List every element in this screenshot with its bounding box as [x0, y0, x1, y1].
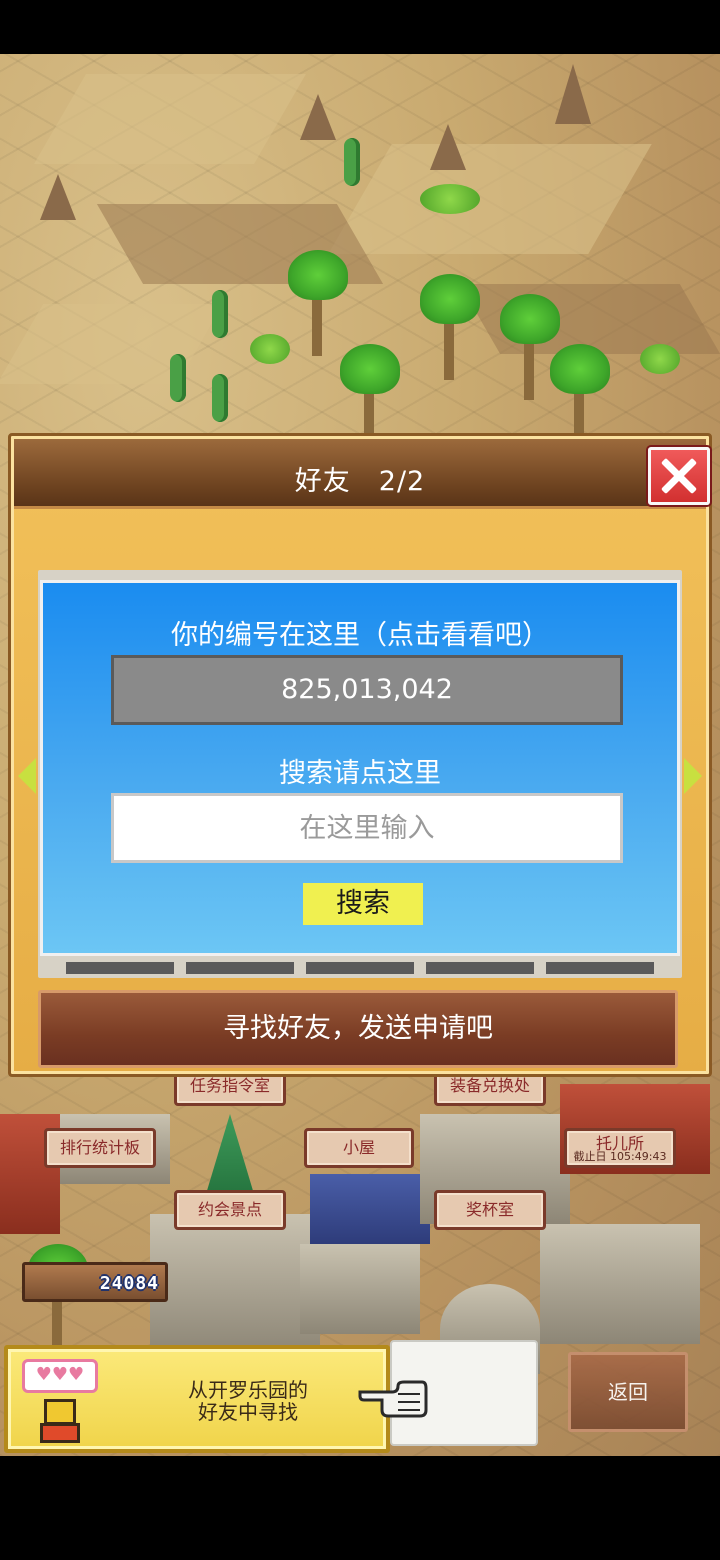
sand-tile: [328, 144, 652, 254]
your-id-value[interactable]: 825,013,042: [111, 655, 623, 725]
search-button[interactable]: 搜索: [303, 883, 423, 925]
score-value: 24084: [99, 1273, 159, 1294]
page-tab[interactable]: [426, 962, 534, 974]
rock-icon: [430, 124, 466, 170]
sign-ranking-board[interactable]: 排行统计板: [44, 1128, 156, 1168]
nursery-building[interactable]: [540, 1224, 700, 1344]
shrub-icon: [420, 184, 480, 214]
sign-date-spot[interactable]: 约会景点: [174, 1190, 286, 1230]
rock-icon: [555, 64, 591, 124]
nursery-deadline: 截止日 105:49:43: [573, 1150, 667, 1163]
sign-nursery[interactable]: 托儿所 截止日 105:49:43: [564, 1128, 676, 1168]
cactus-icon: [212, 290, 228, 338]
dialog-title: 好友 2/2: [294, 466, 426, 497]
back-button[interactable]: 返回: [568, 1352, 688, 1432]
kairobot-icon: ♥♥♥: [22, 1359, 98, 1443]
status-bar: [0, 0, 720, 54]
page-tabs-bottom: [66, 962, 654, 976]
speech-bubble: ♥♥♥: [22, 1359, 98, 1393]
close-button[interactable]: [648, 447, 710, 505]
robot-body: [40, 1423, 80, 1443]
your-id-label[interactable]: 你的编号在这里（点击看看吧）: [43, 613, 677, 652]
page-tab[interactable]: [66, 962, 174, 974]
cairo-friends-line1: 从开罗乐园的: [188, 1378, 308, 1402]
page-tab[interactable]: [546, 962, 654, 974]
arrow-left-icon[interactable]: [18, 758, 36, 794]
page-tab[interactable]: [186, 962, 294, 974]
rock-icon: [40, 174, 76, 220]
sand-tile: [34, 74, 306, 164]
sand-tile: [0, 304, 224, 384]
sign-cottage[interactable]: 小屋: [304, 1128, 414, 1168]
dialog-header: 好友 2/2: [14, 439, 710, 509]
shrub-icon: [640, 344, 680, 374]
shrub-icon: [250, 334, 290, 364]
find-friends-button[interactable]: 寻找好友，发送申请吧: [38, 990, 678, 1068]
arrow-right-icon[interactable]: [684, 758, 702, 794]
navigation-bar: [0, 1456, 720, 1560]
cactus-icon: [212, 374, 228, 422]
castle-building[interactable]: [150, 1214, 320, 1354]
palm-tree-icon: [420, 274, 490, 394]
search-input[interactable]: [111, 793, 623, 863]
cairo-friends-button[interactable]: ♥♥♥ 从开罗乐园的 好友中寻找: [4, 1345, 390, 1453]
robot-head: [44, 1399, 76, 1425]
cactus-icon: [170, 354, 186, 402]
search-label: 搜索请点这里: [279, 758, 441, 789]
page-tab[interactable]: [306, 962, 414, 974]
pointing-hand-icon: [358, 1380, 428, 1418]
rock-icon: [300, 94, 336, 140]
cactus-icon: [344, 138, 360, 186]
cairo-friends-label: 从开罗乐园的 好友中寻找: [158, 1379, 338, 1423]
cottage-roof: [310, 1174, 430, 1244]
score-plate: 24084: [22, 1262, 168, 1302]
sign-trophy-room[interactable]: 奖杯室: [434, 1190, 546, 1230]
cairo-friends-line2: 好友中寻找: [198, 1400, 298, 1424]
friend-id-panel: 你的编号在这里（点击看看吧） 825,013,042 搜索请点这里 搜索: [40, 580, 680, 956]
cottage-building[interactable]: [300, 1244, 420, 1334]
hearts-icon: ♥♥♥: [35, 1364, 85, 1385]
